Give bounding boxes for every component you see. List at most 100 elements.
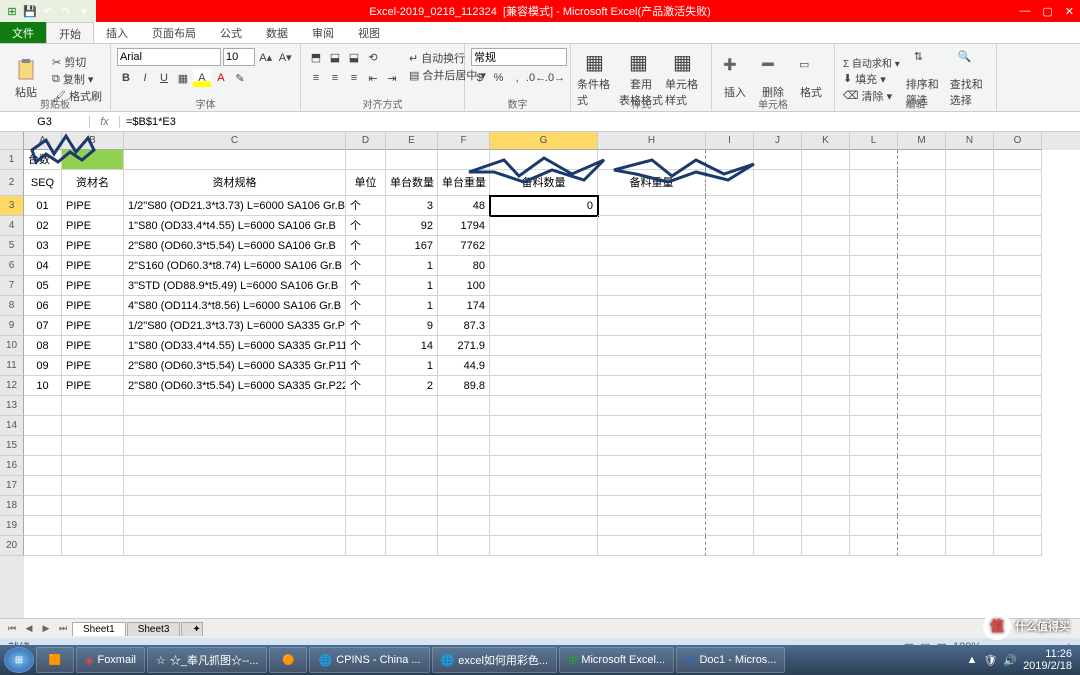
cell[interactable] xyxy=(62,516,124,536)
column-header[interactable]: G xyxy=(490,132,598,150)
cell[interactable]: 174 xyxy=(438,296,490,316)
cell[interactable] xyxy=(346,396,386,416)
start-button[interactable]: ⊞ xyxy=(4,647,34,673)
cell[interactable] xyxy=(438,476,490,496)
dec-decimal-icon[interactable]: .0→ xyxy=(546,69,564,87)
cell[interactable] xyxy=(754,376,802,396)
cell[interactable] xyxy=(850,396,898,416)
cell[interactable]: 44.9 xyxy=(438,356,490,376)
cell[interactable]: 资材名 xyxy=(62,170,124,196)
indent-dec-icon[interactable]: ⇤ xyxy=(364,69,382,87)
cell[interactable] xyxy=(802,336,850,356)
cell[interactable] xyxy=(754,436,802,456)
cell[interactable]: PIPE xyxy=(62,316,124,336)
cell[interactable] xyxy=(598,416,706,436)
sheet-nav-next-icon[interactable]: ▶ xyxy=(38,623,54,634)
cell[interactable]: 个 xyxy=(346,196,386,216)
taskbar-capture[interactable]: ☆☆_奉凡抓图☆--... xyxy=(147,647,268,673)
cell[interactable]: 个 xyxy=(346,256,386,276)
cell[interactable] xyxy=(994,376,1042,396)
cell[interactable] xyxy=(62,416,124,436)
cell[interactable]: 1 xyxy=(386,356,438,376)
cell[interactable] xyxy=(994,396,1042,416)
cell[interactable] xyxy=(62,436,124,456)
cell[interactable] xyxy=(802,150,850,170)
copy-button[interactable]: ⧉复制 ▾ xyxy=(50,71,104,87)
row-header[interactable]: 12 xyxy=(0,376,24,396)
cell[interactable] xyxy=(898,396,946,416)
cell[interactable] xyxy=(802,316,850,336)
cell[interactable] xyxy=(994,216,1042,236)
cell[interactable] xyxy=(754,476,802,496)
cell[interactable]: PIPE xyxy=(62,336,124,356)
cell[interactable] xyxy=(850,256,898,276)
cell[interactable] xyxy=(62,476,124,496)
cell[interactable]: 92 xyxy=(386,216,438,236)
cell[interactable] xyxy=(490,150,598,170)
cell[interactable] xyxy=(598,336,706,356)
cell[interactable] xyxy=(898,216,946,236)
cell[interactable] xyxy=(438,496,490,516)
cell[interactable] xyxy=(754,396,802,416)
cell[interactable] xyxy=(598,276,706,296)
cell[interactable] xyxy=(802,436,850,456)
cell[interactable]: 05 xyxy=(24,276,62,296)
row-header[interactable]: 15 xyxy=(0,436,24,456)
cell[interactable] xyxy=(124,416,346,436)
cell[interactable] xyxy=(898,256,946,276)
cell[interactable] xyxy=(124,456,346,476)
cell[interactable] xyxy=(490,416,598,436)
cell[interactable]: 80 xyxy=(438,256,490,276)
cell[interactable] xyxy=(24,396,62,416)
cell[interactable] xyxy=(598,516,706,536)
column-header[interactable]: D xyxy=(346,132,386,150)
cell[interactable]: PIPE xyxy=(62,356,124,376)
align-center-icon[interactable]: ≡ xyxy=(326,69,344,87)
cell[interactable] xyxy=(706,336,754,356)
cell[interactable]: 个 xyxy=(346,296,386,316)
cell[interactable]: 3 xyxy=(386,196,438,216)
cell[interactable] xyxy=(754,296,802,316)
name-box[interactable]: G3 xyxy=(0,116,90,128)
cell[interactable]: 9 xyxy=(386,316,438,336)
cell[interactable] xyxy=(124,436,346,456)
cell[interactable] xyxy=(754,276,802,296)
row-header[interactable]: 17 xyxy=(0,476,24,496)
column-header[interactable]: L xyxy=(850,132,898,150)
cell[interactable] xyxy=(994,456,1042,476)
cell[interactable] xyxy=(706,436,754,456)
cell[interactable]: 89.8 xyxy=(438,376,490,396)
cell[interactable] xyxy=(850,376,898,396)
cell[interactable] xyxy=(898,276,946,296)
cell[interactable] xyxy=(946,536,994,556)
cell[interactable] xyxy=(946,236,994,256)
cell[interactable] xyxy=(994,150,1042,170)
cell[interactable]: 7762 xyxy=(438,236,490,256)
tray-icon[interactable]: 🔊 xyxy=(1003,654,1017,667)
cell[interactable] xyxy=(490,336,598,356)
cell[interactable] xyxy=(994,496,1042,516)
column-header[interactable]: H xyxy=(598,132,706,150)
taskbar-excel[interactable]: ⊞Microsoft Excel... xyxy=(559,647,674,673)
cell[interactable] xyxy=(994,276,1042,296)
cell[interactable] xyxy=(994,196,1042,216)
cell[interactable] xyxy=(850,456,898,476)
cell[interactable] xyxy=(438,436,490,456)
sheet-tab-1[interactable]: Sheet1 xyxy=(72,622,126,636)
taskbar-browser[interactable]: 🌐CPINS - China ... xyxy=(309,647,429,673)
cell[interactable] xyxy=(802,456,850,476)
cell[interactable]: 备料重量 xyxy=(598,170,706,196)
row-header[interactable]: 7 xyxy=(0,276,24,296)
cell[interactable] xyxy=(438,516,490,536)
tab-home[interactable]: 开始 xyxy=(46,22,94,43)
cell[interactable]: 个 xyxy=(346,356,386,376)
cell[interactable] xyxy=(598,456,706,476)
cell[interactable]: 2"S160 (OD60.3*t8.74) L=6000 SA106 Gr.B xyxy=(124,256,346,276)
cell[interactable] xyxy=(754,516,802,536)
cell[interactable]: 1 xyxy=(386,276,438,296)
cell[interactable] xyxy=(706,276,754,296)
cell[interactable] xyxy=(754,150,802,170)
cell[interactable] xyxy=(898,236,946,256)
cell[interactable] xyxy=(24,476,62,496)
cell[interactable] xyxy=(598,356,706,376)
